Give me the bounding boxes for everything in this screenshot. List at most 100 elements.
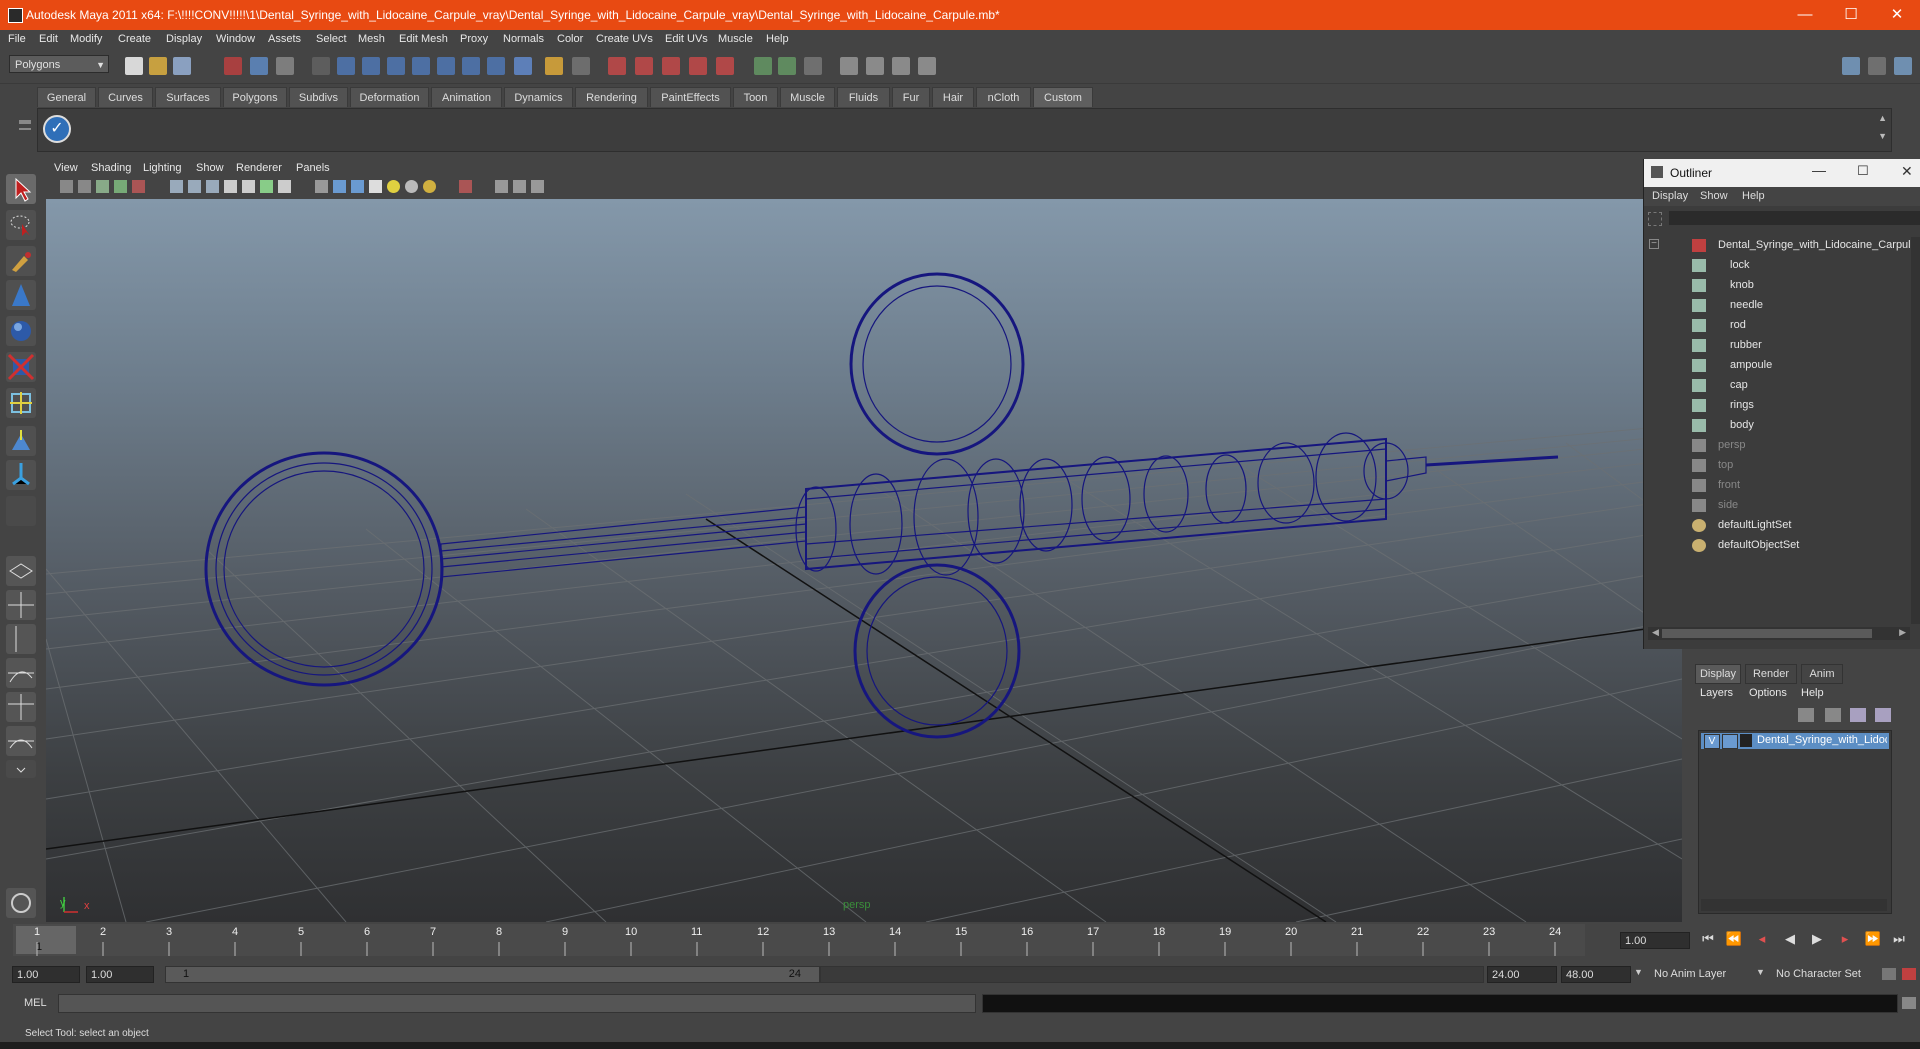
hypershade-icon[interactable] (892, 57, 910, 75)
new-scene-icon[interactable] (125, 57, 143, 75)
open-scene-icon[interactable] (149, 57, 167, 75)
range-track[interactable] (820, 966, 1484, 983)
layer-display-type-toggle[interactable] (1722, 734, 1738, 749)
step-back-key-icon[interactable]: ⏪ (1723, 931, 1745, 947)
snap-surface-icon[interactable] (412, 57, 430, 75)
camera-attributes-icon[interactable] (78, 180, 91, 193)
menu-color[interactable]: Color (557, 33, 583, 45)
render-settings-icon[interactable] (866, 57, 884, 75)
step-forward-key-icon[interactable]: ⏩ (1862, 931, 1884, 947)
panel-menu-renderer[interactable]: Renderer (236, 162, 282, 174)
current-time-field[interactable]: 1.00 (1620, 932, 1690, 949)
move-tool-icon[interactable] (6, 280, 36, 310)
scroll-right-icon[interactable]: ▶ (1899, 627, 1906, 638)
start-time-field[interactable]: 1.00 (12, 966, 80, 983)
scale-tool-icon[interactable] (6, 352, 36, 382)
panel-menu-view[interactable]: View (54, 162, 78, 174)
xray-icon[interactable] (495, 180, 508, 193)
menu-create-uvs[interactable]: Create UVs (596, 33, 653, 45)
shelf-scroll-down-icon[interactable]: ▼ (1878, 131, 1887, 141)
shelf-tab-painteffects[interactable]: PaintEffects (650, 87, 731, 107)
outliner-row-default-light-set[interactable]: defaultLightSet (1644, 516, 1906, 536)
menu-modify[interactable]: Modify (70, 33, 102, 45)
character-set-selector[interactable]: No Character Set (1772, 966, 1882, 983)
layer-visibility-toggle[interactable]: V (1704, 734, 1720, 749)
panel-menu-shading[interactable]: Shading (91, 162, 131, 174)
panel-menu-panels[interactable]: Panels (296, 162, 330, 174)
shadows-icon[interactable] (423, 180, 436, 193)
play-backwards-icon[interactable]: ◀ (1779, 931, 1801, 947)
shelf-tab-hair[interactable]: Hair (932, 87, 974, 107)
safe-title-icon[interactable] (278, 180, 291, 193)
outliner-maximize-button[interactable]: ☐ (1857, 163, 1869, 179)
outliner-row-body[interactable]: body (1644, 416, 1906, 436)
select-component-icon[interactable] (276, 57, 294, 75)
layout-options-icon[interactable] (6, 760, 36, 778)
layer-menu-help[interactable]: Help (1801, 687, 1824, 699)
move-layer-up-icon[interactable] (1798, 708, 1814, 722)
last-tool-icon[interactable] (6, 496, 36, 526)
question-icon[interactable] (514, 57, 532, 75)
lasso-tool-icon[interactable] (6, 210, 36, 240)
menu-file[interactable]: File (8, 33, 26, 45)
xray-joints-icon[interactable] (513, 180, 526, 193)
snap-point-icon[interactable] (362, 57, 380, 75)
snap-grid-icon[interactable] (312, 57, 330, 75)
layer-tab-anim[interactable]: Anim (1801, 664, 1843, 684)
outliner-row-needle[interactable]: needle (1644, 296, 1906, 316)
scroll-left-icon[interactable]: ◀ (1652, 627, 1659, 638)
wireframe-icon[interactable] (315, 180, 328, 193)
shelf-tab-animation[interactable]: Animation (431, 87, 502, 107)
outliner-row-lock[interactable]: lock (1644, 256, 1906, 276)
playback-end-field[interactable]: 24.00 (1487, 966, 1557, 983)
outliner-row-top[interactable]: top (1644, 456, 1906, 476)
menu-assets[interactable]: Assets (268, 33, 301, 45)
history-icon[interactable] (437, 57, 455, 75)
menu-set-selector[interactable]: Polygons ▼ (9, 55, 109, 73)
checkmark-shelf-icon[interactable]: ✓ (43, 115, 71, 143)
grease-pencil-icon[interactable] (132, 180, 145, 193)
shelf-tab-polygons[interactable]: Polygons (223, 87, 287, 107)
shelf-tab-dynamics[interactable]: Dynamics (504, 87, 573, 107)
manipulator-tool-icon[interactable] (6, 388, 36, 418)
shelf-menu-handle[interactable] (13, 96, 35, 146)
go-to-end-icon[interactable]: ⏭ (1888, 931, 1910, 947)
attribute-editor-icon[interactable] (1842, 57, 1860, 75)
layer-horizontal-scrollbar[interactable] (1701, 899, 1887, 911)
shelf-tab-ncloth[interactable]: nCloth (976, 87, 1031, 107)
bookmark-icon[interactable] (96, 180, 109, 193)
maximize-button[interactable]: ☐ (1828, 0, 1874, 30)
textured-icon[interactable] (369, 180, 382, 193)
shelf-tab-subdivs[interactable]: Subdivs (289, 87, 348, 107)
outliner-minimize-button[interactable]: — (1812, 162, 1826, 178)
persp-outliner-layout-icon[interactable] (6, 624, 36, 654)
render-view-icon[interactable] (840, 57, 858, 75)
persp-graph-layout-icon[interactable] (6, 658, 36, 688)
select-object-icon[interactable] (250, 57, 268, 75)
minimize-button[interactable]: — (1782, 0, 1828, 30)
select-hierarchy-icon[interactable] (224, 57, 242, 75)
menu-window[interactable]: Window (216, 33, 255, 45)
film-gate-icon[interactable] (188, 180, 201, 193)
menu-normals[interactable]: Normals (503, 33, 544, 45)
outliner-menu-display[interactable]: Display (1652, 190, 1688, 202)
layer-menu-options[interactable]: Options (1749, 687, 1787, 699)
show-manipulator-icon[interactable] (6, 460, 36, 490)
menu-proxy[interactable]: Proxy (460, 33, 488, 45)
resolution-gate-icon[interactable] (206, 180, 219, 193)
tool-settings-icon[interactable] (1894, 57, 1912, 75)
outliner-root-row[interactable]: − Dental_Syringe_with_Lidocaine_Carpule (1644, 236, 1917, 256)
panel-menu-lighting[interactable]: Lighting (143, 162, 182, 174)
layer-row[interactable]: V Dental_Syringe_with_Lidocaine_Carpule (1701, 733, 1889, 749)
camera-select-icon[interactable] (60, 180, 73, 193)
menu-create[interactable]: Create (118, 33, 151, 45)
shelf-tab-custom[interactable]: Custom (1033, 87, 1093, 107)
time-slider[interactable]: 1 1 2 3 4 5 6 7 8 9 10 11 12 13 14 15 16… (13, 924, 1585, 956)
layer-tab-render[interactable]: Render (1745, 664, 1797, 684)
shelf-tab-fur[interactable]: Fur (892, 87, 930, 107)
layer-color-swatch[interactable] (1740, 734, 1752, 747)
magnet-icon-4[interactable] (689, 57, 707, 75)
magnet-icon-2[interactable] (635, 57, 653, 75)
shelf-scroll-up-icon[interactable]: ▲ (1878, 113, 1887, 123)
outliner-row-knob[interactable]: knob (1644, 276, 1906, 296)
